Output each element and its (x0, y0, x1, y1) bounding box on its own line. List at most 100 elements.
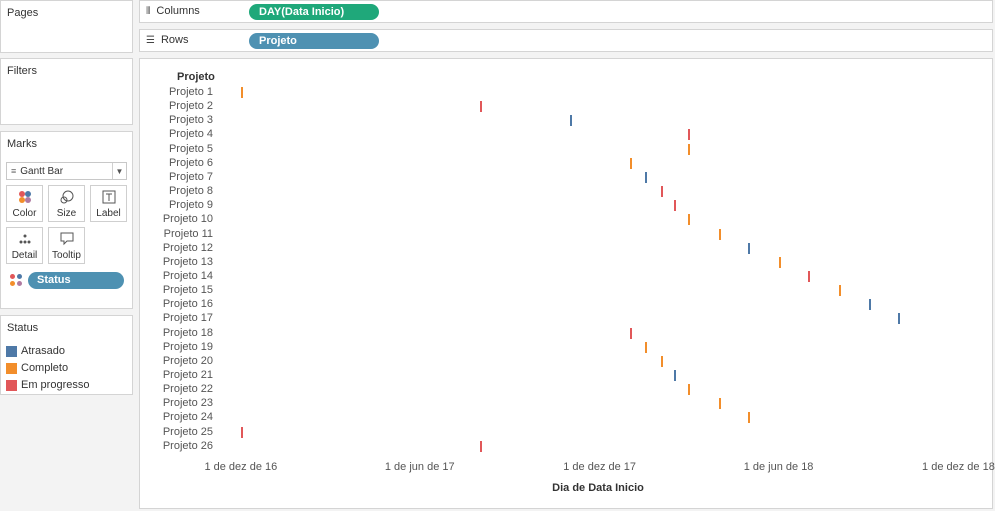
legend-item-atrasado[interactable]: Atrasado (6, 344, 65, 358)
row-label[interactable]: Projeto 13 (133, 256, 213, 268)
row-label[interactable]: Projeto 14 (133, 270, 213, 282)
row-label[interactable]: Projeto 4 (133, 128, 213, 140)
gantt-mark[interactable] (718, 398, 721, 410)
gantt-mark[interactable] (644, 341, 647, 353)
gantt-mark[interactable] (898, 313, 901, 325)
row-label[interactable]: Projeto 7 (133, 171, 213, 183)
gantt-mark[interactable] (808, 270, 811, 282)
legend-label: Atrasado (21, 345, 66, 357)
row-label[interactable]: Projeto 15 (133, 284, 213, 296)
pages-card[interactable]: Pages (0, 0, 133, 53)
row-label[interactable]: Projeto 6 (133, 157, 213, 169)
gantt-mark[interactable] (570, 115, 573, 127)
gantt-mark[interactable] (644, 171, 647, 183)
gantt-mark[interactable] (688, 129, 691, 141)
row-label[interactable]: Projeto 2 (133, 100, 213, 112)
gantt-mark[interactable] (748, 242, 751, 254)
row-labels: Projeto 1 Projeto 2 Projeto 3 Projeto 4 Proj… (140, 59, 213, 508)
status-legend-card: Status Atrasado Completo Em progresso (0, 315, 133, 395)
row-label[interactable]: Projeto 9 (133, 199, 213, 211)
detail-button[interactable]: Detail (6, 227, 43, 264)
gantt-mark[interactable] (240, 426, 243, 438)
x-tick-label: 1 de jun de 17 (384, 461, 455, 473)
detail-label: Detail (11, 250, 38, 261)
row-label[interactable]: Projeto 18 (133, 327, 213, 339)
gantt-mark[interactable] (630, 327, 633, 339)
row-label[interactable]: Projeto 19 (133, 341, 213, 353)
gantt-mark[interactable] (674, 200, 677, 212)
legend-swatch (6, 379, 17, 391)
mark-type-label: Gantt Bar (20, 165, 64, 177)
row-label[interactable]: Projeto 12 (133, 242, 213, 254)
gantt-mark[interactable] (869, 299, 871, 311)
gantt-mark[interactable] (630, 157, 633, 169)
size-label: Size (56, 208, 77, 219)
row-label[interactable]: Projeto 20 (133, 355, 213, 367)
row-label[interactable]: Projeto 8 (133, 185, 213, 197)
rows-pill[interactable]: Projeto (249, 33, 379, 49)
x-tick-label: 1 de jun de 18 (743, 461, 814, 473)
columns-pill[interactable]: DAY(Data Inicio) (249, 4, 379, 20)
rows-shelf[interactable]: ☰ Rows Projeto (139, 29, 993, 52)
gantt-mark[interactable] (479, 440, 482, 452)
gantt-mark[interactable] (748, 412, 751, 424)
tooltip-label: Tooltip (52, 250, 81, 261)
size-button[interactable]: Size (48, 185, 85, 222)
row-label[interactable]: Projeto 26 (133, 440, 213, 452)
row-label[interactable]: Projeto 22 (133, 383, 213, 395)
row-label[interactable]: Projeto 21 (133, 369, 213, 381)
gantt-mark[interactable] (688, 214, 691, 226)
x-tick-label: 1 de dez de 16 (204, 461, 278, 473)
row-label[interactable]: Projeto 25 (133, 426, 213, 438)
row-label[interactable]: Projeto 5 (133, 143, 213, 155)
detail-icon (7, 232, 42, 250)
row-label[interactable]: Projeto 24 (133, 411, 213, 423)
gantt-mark[interactable] (838, 285, 841, 297)
row-label[interactable]: Projeto 3 (133, 114, 213, 126)
chevron-down-icon[interactable]: ▼ (112, 163, 126, 179)
rows-shelf-label: ☰ Rows (146, 34, 189, 46)
pages-title: Pages (7, 7, 39, 19)
rows-icon: ☰ (146, 35, 155, 46)
row-label[interactable]: Projeto 10 (133, 213, 213, 225)
gantt-mark[interactable] (660, 186, 663, 198)
row-label[interactable]: Projeto 23 (133, 397, 213, 409)
gantt-mark[interactable] (688, 143, 691, 155)
x-tick-label: 1 de dez de 17 (563, 461, 637, 473)
gantt-mark[interactable] (718, 228, 721, 240)
color-button[interactable]: Color (6, 185, 43, 222)
x-axis-title: Dia de Data Inicio (552, 482, 644, 494)
legend-label: Completo (21, 362, 69, 374)
row-label[interactable]: Projeto 1 (133, 86, 213, 98)
row-label[interactable]: Projeto 11 (133, 228, 213, 240)
gantt-mark[interactable] (660, 355, 663, 367)
tooltip-button[interactable]: Tooltip (48, 227, 85, 264)
columns-shelf-label: ⦀ Columns (146, 5, 200, 17)
label-button[interactable]: Label (90, 185, 127, 222)
filters-card[interactable]: Filters (0, 58, 133, 125)
legend-label: Em progresso (21, 379, 90, 391)
legend-item-completo[interactable]: Completo (6, 361, 68, 375)
columns-icon: ⦀ (146, 6, 151, 17)
legend-swatch (6, 345, 17, 357)
marks-title: Marks (7, 138, 37, 150)
gantt-mark[interactable] (674, 370, 677, 381)
tooltip-icon (49, 232, 84, 250)
status-color-pill[interactable]: Status (28, 272, 124, 289)
gantt-mark[interactable] (688, 384, 691, 396)
gantt-mark[interactable] (479, 101, 482, 113)
row-label[interactable]: Projeto 16 (133, 298, 213, 310)
legend-title: Status (7, 322, 39, 334)
row-label[interactable]: Projeto 17 (133, 312, 213, 324)
legend-swatch (6, 362, 17, 374)
size-icon (49, 190, 84, 208)
columns-shelf[interactable]: ⦀ Columns DAY(Data Inicio) (139, 0, 993, 23)
label-icon (91, 190, 126, 208)
legend-item-em-progresso[interactable]: Em progresso (6, 378, 89, 392)
color-icon (7, 190, 42, 208)
gantt-mark[interactable] (240, 87, 243, 98)
mark-type-dropdown[interactable]: ≡ Gantt Bar ▼ (6, 162, 127, 180)
gantt-mark[interactable] (778, 256, 781, 268)
label-label: Label (96, 208, 121, 219)
color-encoding-icon (10, 274, 24, 288)
